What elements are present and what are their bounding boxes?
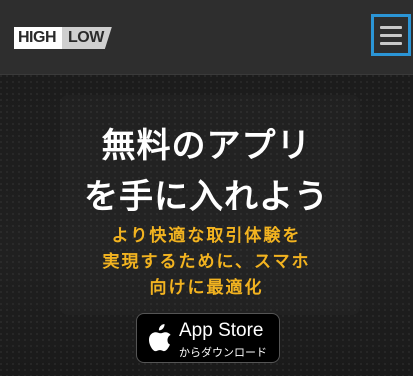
- site-header: HIGH LOW: [0, 0, 413, 75]
- subheading-line-1: より快適な取引体験を: [111, 226, 302, 246]
- subheading-line-3: 向けに最適化: [149, 278, 264, 298]
- headline-line-1: 無料のアプリ: [101, 126, 312, 166]
- highlow-logo[interactable]: HIGH LOW: [14, 27, 112, 49]
- hamburger-menu-icon: [380, 25, 402, 29]
- headline-line-2: を手に入れよう: [84, 177, 329, 217]
- hamburger-menu-button[interactable]: [371, 14, 411, 56]
- logo-high-text: HIGH: [14, 27, 62, 49]
- hamburger-menu-icon: [380, 41, 402, 45]
- apple-icon: [149, 324, 171, 352]
- subheading-line-2: 実現するために、スマホ: [102, 252, 311, 272]
- hamburger-menu-icon: [380, 33, 402, 37]
- app-store-subtitle: からダウンロード: [179, 346, 267, 359]
- app-store-download-button[interactable]: App Store からダウンロード: [136, 313, 280, 363]
- app-store-title: App Store: [179, 320, 264, 341]
- logo-low-text: LOW: [62, 27, 112, 49]
- app-promo-hero: 無料のアプリ を手に入れよう より快適な取引体験を 実現するために、スマホ 向け…: [0, 75, 413, 376]
